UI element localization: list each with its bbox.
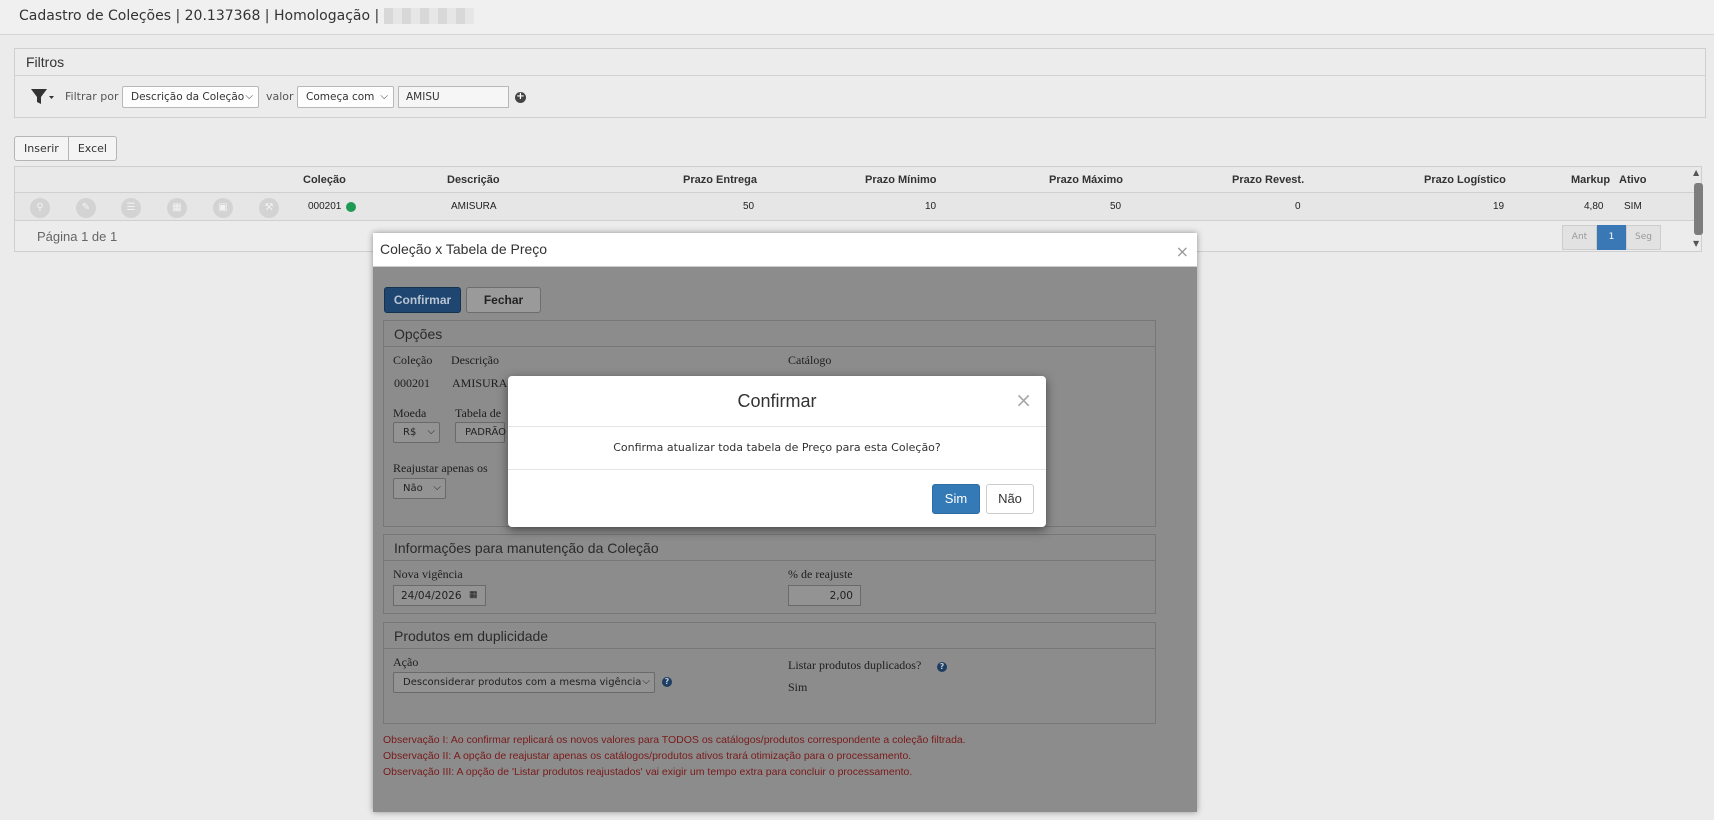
opcoes-header: Opções	[384, 321, 1155, 347]
scroll-thumb[interactable]	[1694, 183, 1703, 235]
wrench-icon[interactable]: ⚒	[259, 198, 279, 218]
filter-by-label: Filtrar por	[65, 90, 119, 103]
filter-funnel-icon[interactable]	[29, 87, 55, 107]
colecao-value: 000201	[394, 376, 430, 390]
observacao-1: Observação I: Ao confirmar replicará os …	[383, 734, 966, 746]
observacao-3: Observação III: A opção de 'Listar produ…	[383, 766, 913, 778]
chevron-down-icon: ⌵	[433, 482, 441, 493]
tabela-select[interactable]: PADRÃO	[455, 422, 506, 443]
yes-button[interactable]: Sim	[932, 484, 980, 514]
calendar-icon[interactable]: ▦	[469, 589, 478, 600]
cell-descricao: AMISURA	[451, 201, 497, 212]
status-dot	[346, 202, 356, 212]
moeda-select[interactable]: R$ ⌵	[393, 422, 440, 443]
observacao-2: Observação II: A opção de reajustar apen…	[383, 750, 912, 762]
listar-value: Sim	[788, 680, 808, 694]
filters-panel: Filtros Filtrar por Descrição da Coleção…	[14, 48, 1706, 118]
tabela-preco-modal-header: Coleção x Tabela de Preço ×	[373, 233, 1197, 267]
page-info: Página 1 de 1	[37, 229, 118, 244]
cell-prazo-revest: 0	[1295, 201, 1301, 212]
reajustar-label: Reajustar apenas os	[393, 461, 488, 475]
grid-scrollbar[interactable]: ▲ ▼	[1691, 166, 1705, 252]
duplicidade-header: Produtos em duplicidade	[384, 623, 1155, 649]
chevron-down-icon: ⌵	[427, 426, 435, 437]
scroll-up-icon[interactable]: ▲	[1693, 168, 1699, 177]
chevron-down-icon: ⌵	[642, 676, 650, 687]
list-icon[interactable]: ☰	[121, 198, 141, 218]
value-label: valor	[266, 90, 294, 103]
pager: Ant 1 Seg	[1562, 225, 1661, 250]
col-colecao[interactable]: Coleção	[303, 174, 346, 186]
page-1-button[interactable]: 1	[1597, 225, 1626, 250]
cell-markup: 4,80	[1584, 201, 1604, 212]
search-icon[interactable]: ⚲	[30, 198, 50, 218]
col-prazo-entrega[interactable]: Prazo Entrega	[683, 174, 757, 186]
money-icon[interactable]: ▣	[213, 198, 233, 218]
manutencao-header: Informações para manutenção da Coleção	[384, 535, 1155, 561]
col-ativo[interactable]: Ativo	[1619, 174, 1647, 186]
cell-prazo-entrega: 50	[743, 201, 755, 212]
moeda-label: Moeda	[393, 406, 427, 420]
cell-prazo-minimo: 10	[925, 201, 937, 212]
cell-colecao: 000201	[308, 201, 342, 212]
pencil-icon[interactable]: ✎	[76, 198, 96, 218]
chevron-down-icon: ⌵	[245, 91, 253, 102]
cell-prazo-logistico: 19	[1493, 201, 1505, 212]
table-row[interactable]: ⚲ ✎ ☰ ▦ ▣ ⚒ 000201 AMISURA 50 10 50 0 19…	[15, 193, 1701, 221]
col-markup[interactable]: Markup	[1571, 174, 1610, 186]
add-filter-icon[interactable]: +	[515, 92, 526, 103]
next-page-button[interactable]: Seg	[1626, 225, 1661, 250]
page-title: Cadastro de Coleções | 20.137368 | Homol…	[19, 8, 475, 24]
listar-label: Listar produtos duplicados?	[788, 658, 922, 672]
filters-header: Filtros	[15, 49, 1705, 76]
filter-field-select[interactable]: Descrição da Coleção ⌵	[122, 86, 259, 108]
descricao-value: AMISURA	[452, 376, 508, 390]
col-prazo-logistico[interactable]: Prazo Logístico	[1424, 174, 1506, 186]
confirm-dialog-header: Confirmar ×	[508, 376, 1046, 427]
no-button[interactable]: Não	[986, 484, 1034, 514]
close-icon[interactable]: ×	[1015, 388, 1032, 412]
reajuste-input[interactable]: 2,00	[788, 585, 861, 606]
colecao-label: Coleção	[393, 353, 433, 367]
duplicidade-panel: Produtos em duplicidade Ação Desconsider…	[383, 622, 1156, 724]
confirm-dialog-title: Confirmar	[737, 391, 817, 411]
filter-value-input[interactable]: AMISU	[398, 86, 509, 108]
confirm-dialog-message: Confirma atualizar toda tabela de Preço …	[508, 427, 1046, 470]
prev-page-button[interactable]: Ant	[1562, 225, 1597, 250]
tabela-preco-modal-title: Coleção x Tabela de Preço	[380, 241, 548, 257]
excel-button[interactable]: Excel	[68, 136, 117, 161]
table-icon[interactable]: ▦	[167, 198, 187, 218]
cell-prazo-maximo: 50	[1110, 201, 1122, 212]
cell-ativo: SIM	[1624, 201, 1642, 212]
redacted-user	[384, 8, 475, 24]
filter-operator-select[interactable]: Começa com ⌵	[297, 86, 394, 108]
close-button[interactable]: Fechar	[466, 287, 541, 313]
tabela-label: Tabela de	[455, 406, 502, 420]
insert-button[interactable]: Inserir	[14, 136, 69, 161]
acao-label: Ação	[393, 655, 419, 669]
vigencia-label: Nova vigência	[393, 567, 463, 581]
descricao-label: Descrição	[451, 353, 499, 367]
confirm-dialog: Confirmar × Confirma atualizar toda tabe…	[508, 376, 1046, 527]
reajustar-select[interactable]: Não ⌵	[393, 478, 446, 499]
col-prazo-revest[interactable]: Prazo Revest.	[1232, 174, 1304, 186]
help-icon[interactable]: ?	[662, 677, 672, 687]
confirm-button[interactable]: Confirmar	[384, 287, 461, 313]
col-prazo-minimo[interactable]: Prazo Mínimo	[865, 174, 937, 186]
tabela-preco-modal-body: Confirmar Fechar Opções Coleção Descriçã…	[373, 267, 1197, 812]
grid-toolbar: Inserir Excel	[14, 136, 117, 161]
manutencao-panel: Informações para manutenção da Coleção N…	[383, 534, 1156, 614]
filter-row: Filtrar por Descrição da Coleção ⌵ valor …	[15, 86, 1705, 108]
grid-header: Coleção Descrição Prazo Entrega Prazo Mí…	[15, 167, 1701, 193]
acao-select[interactable]: Desconsiderar produtos com a mesma vigên…	[393, 672, 655, 693]
close-icon[interactable]: ×	[1176, 242, 1189, 261]
col-prazo-maximo[interactable]: Prazo Máximo	[1049, 174, 1123, 186]
scroll-down-icon[interactable]: ▼	[1693, 239, 1699, 248]
reajuste-label: % de reajuste	[788, 567, 853, 581]
app-titlebar: Cadastro de Coleções | 20.137368 | Homol…	[0, 0, 1714, 35]
chevron-down-icon: ⌵	[380, 91, 388, 102]
help-icon[interactable]: ?	[937, 662, 947, 672]
catalogo-label: Catálogo	[788, 353, 832, 367]
col-descricao[interactable]: Descrição	[447, 174, 500, 186]
